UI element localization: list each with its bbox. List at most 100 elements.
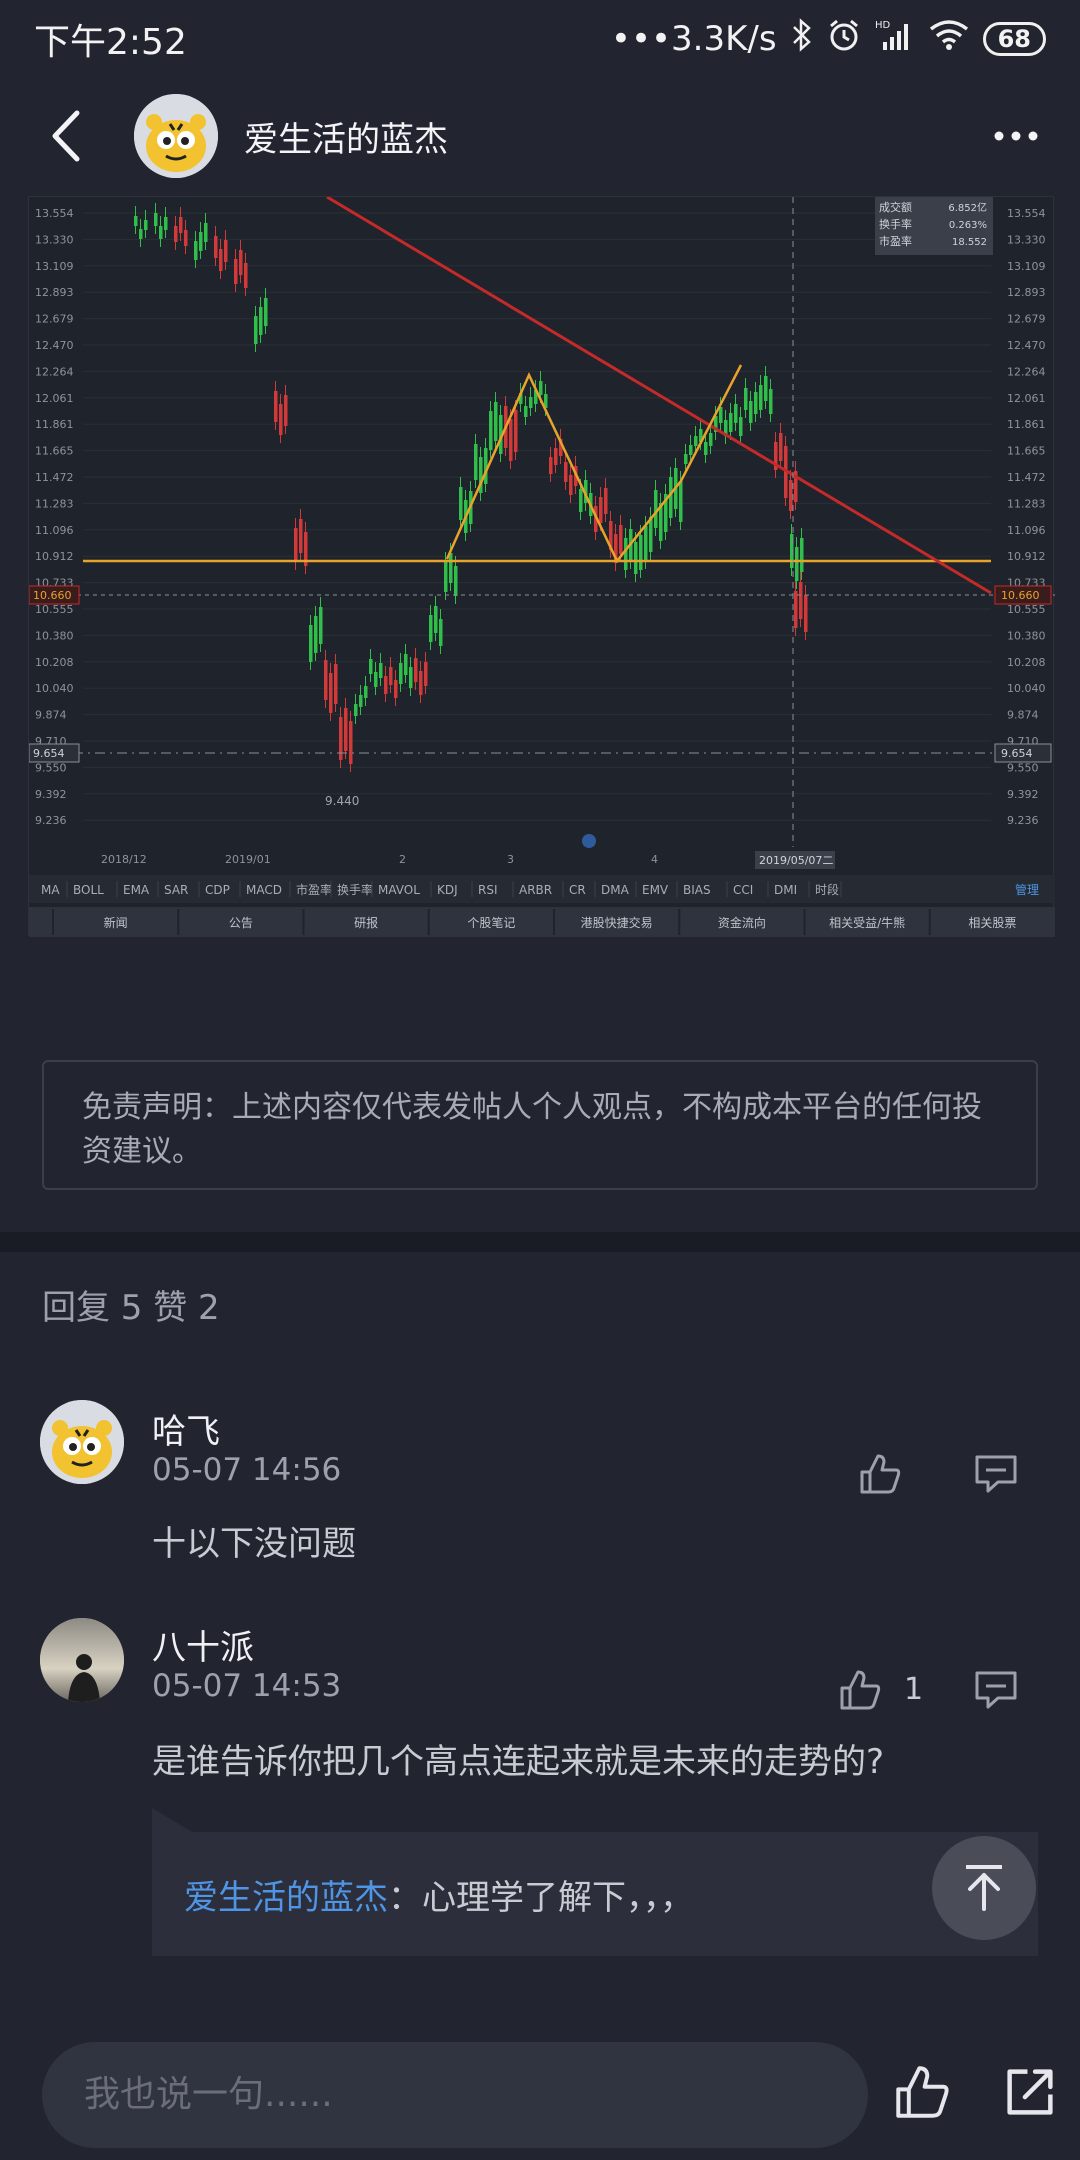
candle-body <box>164 217 168 230</box>
reply-author[interactable]: 爱生活的蓝杰 <box>184 1878 388 1918</box>
person-silhouette-icon <box>40 1618 124 1702</box>
candle-body <box>529 397 533 408</box>
candle-body <box>374 672 378 687</box>
candle-body <box>354 704 358 716</box>
like-button[interactable] <box>850 1444 910 1504</box>
ticker-info-value: 0.263% <box>949 220 987 231</box>
candle-body <box>779 433 783 461</box>
indicator-tab: EMA <box>123 883 150 897</box>
y-tick-label: 11.283 <box>1007 497 1046 510</box>
price-tag-label: 10.660 <box>1001 589 1040 602</box>
y-tick-label: 11.665 <box>1007 445 1046 458</box>
candle-body <box>139 229 143 239</box>
candle-body <box>800 538 804 572</box>
y-tick-label: 9.236 <box>35 814 67 827</box>
more-dots-icon <box>994 131 1038 141</box>
indicator-tab: BIAS <box>683 883 711 897</box>
avatar[interactable] <box>134 94 218 178</box>
candle-body <box>359 695 363 707</box>
candle-body <box>509 419 513 461</box>
candle-body <box>274 391 278 422</box>
y-tick-label: 12.893 <box>35 286 74 299</box>
reply-pointer <box>152 1808 192 1832</box>
y-tick-label: 12.679 <box>35 313 74 326</box>
candle-body <box>539 381 543 395</box>
reply-button[interactable] <box>966 1660 1026 1720</box>
wifi-icon <box>929 19 969 60</box>
price-tag-label: 9.654 <box>33 747 65 760</box>
candle-body <box>399 663 403 684</box>
like-post-button[interactable] <box>890 2060 954 2124</box>
thumbs-up-icon <box>896 2066 949 2118</box>
comment-text: 是谁告诉你把几个高点连起来就是未来的走势的? <box>152 1742 885 1782</box>
more-button[interactable] <box>986 111 1046 161</box>
y-tick-label: 13.109 <box>1007 260 1046 273</box>
y-tick-label: 13.554 <box>1007 207 1046 220</box>
chart-tab: 港股快捷交易 <box>581 915 653 930</box>
candle-body <box>719 407 723 423</box>
candle-body <box>414 658 418 682</box>
candle-body <box>384 676 388 694</box>
candle-body <box>389 667 393 685</box>
candle-body <box>324 660 328 700</box>
candle-body <box>244 263 248 288</box>
candle-body <box>329 673 333 713</box>
comment-author[interactable]: 八十派 <box>152 1620 254 1669</box>
like-button[interactable] <box>830 1660 890 1720</box>
alarm-icon <box>827 18 861 61</box>
reply-button[interactable] <box>966 1444 1026 1504</box>
candle-body <box>564 462 568 482</box>
indicator-tab: CDP <box>205 883 230 897</box>
y-tick-label: 9.236 <box>1007 814 1039 827</box>
y-tick-label: 12.470 <box>1007 339 1046 352</box>
comment-icon <box>975 1671 1017 1709</box>
ticker-info-label: 成交额 <box>879 200 912 214</box>
status-time: 下午2:52 <box>34 22 187 63</box>
candle-body <box>769 389 773 414</box>
y-tick-label: 12.893 <box>1007 286 1046 299</box>
candle-body <box>549 457 553 474</box>
candle-body <box>634 542 638 574</box>
candle-body <box>259 307 263 335</box>
share-button[interactable] <box>998 2060 1062 2124</box>
candle-body <box>795 547 799 581</box>
y-tick-label: 11.861 <box>35 418 74 431</box>
candle-body <box>214 236 218 258</box>
y-tick-label: 10.912 <box>1007 550 1046 563</box>
candle-body <box>639 535 643 570</box>
candle-body <box>409 667 413 688</box>
candle-body <box>264 298 268 326</box>
candle-body <box>314 616 318 653</box>
nested-reply[interactable]: 爱生活的蓝杰：心理学了解下，，， <box>152 1832 1038 1956</box>
y-tick-label: 9.550 <box>1007 761 1039 774</box>
candle-body <box>474 444 478 480</box>
y-tick-label: 13.330 <box>35 233 74 246</box>
indicator-tab: BOLL <box>73 883 104 897</box>
candle-body <box>684 454 688 464</box>
candle-body <box>794 591 798 628</box>
x-tick-label: 4 <box>651 853 658 866</box>
x-tick-label: 2 <box>399 853 406 866</box>
candle-body <box>254 316 258 344</box>
chart-tab: 相关股票 <box>968 916 1016 930</box>
y-tick-label: 10.040 <box>1007 682 1046 695</box>
avatar[interactable] <box>40 1618 124 1702</box>
candle-body <box>494 402 498 441</box>
scroll-to-top-button[interactable] <box>932 1836 1036 1940</box>
avatar[interactable] <box>40 1400 124 1484</box>
stock-chart-image[interactable]: 13.554 13.330 13.109 12.893 12.679 12.470 12.2… <box>28 196 1055 937</box>
back-button[interactable] <box>30 99 104 173</box>
candle-body <box>434 606 438 633</box>
reply-content: ：心理学了解下，，， <box>388 1878 694 1918</box>
candle-body <box>134 216 138 226</box>
comment-input[interactable]: 我也说一句...... <box>42 2042 868 2148</box>
comment-author[interactable]: 哈飞 <box>152 1404 220 1453</box>
chart-tab: 研报 <box>354 915 378 930</box>
status-indicators: •••3.3K/s HD 68 <box>610 17 1046 61</box>
network-speed: •••3.3K/s <box>610 19 777 59</box>
nested-reply-text: 爱生活的蓝杰：心理学了解下，，， <box>184 1870 694 1919</box>
candle-body <box>749 401 753 423</box>
y-tick-label: 13.554 <box>35 207 74 220</box>
chart-tab: 相关受益/牛熊 <box>829 915 905 930</box>
candle-body <box>429 615 433 642</box>
